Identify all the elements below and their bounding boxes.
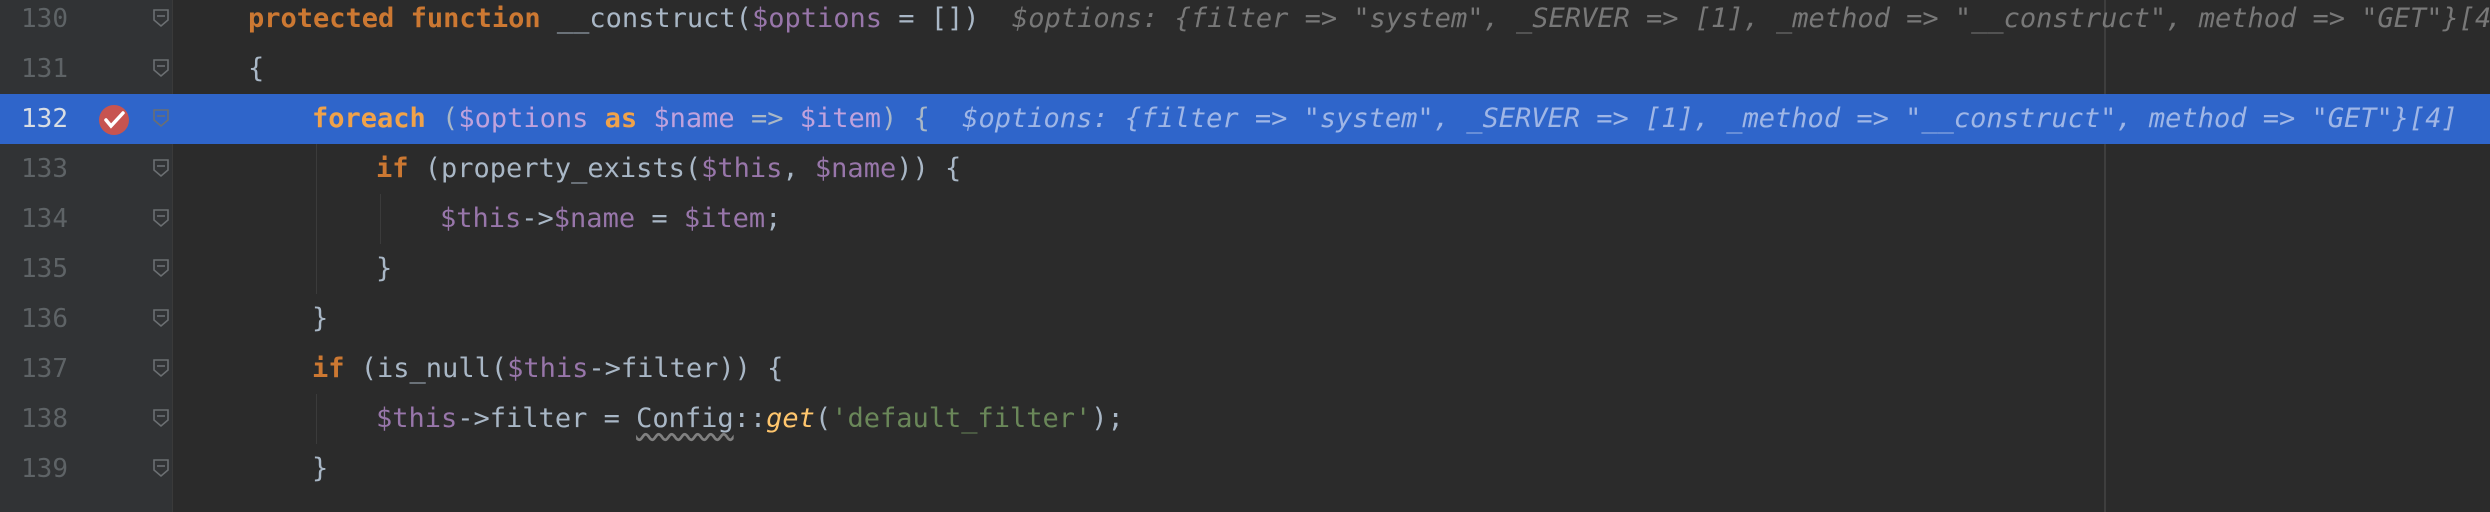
code-line[interactable]: 131 { — [0, 44, 2490, 94]
debug-inline-value: $options: {filter => "system", _SERVER =… — [962, 103, 2458, 134]
code-token: :: — [733, 403, 767, 434]
code-token: ; — [765, 203, 782, 234]
code-token: = — [635, 203, 684, 234]
code-token: $options — [751, 3, 882, 34]
code-token: protected — [248, 3, 411, 34]
breakpoint-icon[interactable] — [96, 102, 132, 138]
code-token: ( — [814, 403, 832, 434]
code-token: $item — [799, 103, 881, 134]
code-text[interactable]: { — [248, 44, 264, 94]
code-token: $name — [553, 203, 636, 234]
code-text[interactable]: protected function __construct($options … — [248, 0, 2490, 44]
line-number[interactable]: 133 — [0, 144, 68, 194]
indent-guide — [316, 194, 317, 244]
code-text[interactable]: if (property_exists($this, $name)) { — [376, 144, 961, 194]
fold-marker-icon[interactable] — [152, 208, 170, 228]
code-text[interactable]: if (is_null($this->filter)) { — [312, 344, 783, 394]
code-token: } — [376, 253, 393, 284]
code-token: get — [766, 403, 815, 434]
code-text[interactable]: $this->$name = $item; — [440, 194, 781, 244]
code-text[interactable]: } — [312, 444, 328, 494]
code-token: ->filter)) { — [588, 353, 784, 384]
code-token: = []) — [882, 3, 1013, 34]
line-number[interactable]: 137 — [0, 344, 68, 394]
indent-guide — [316, 244, 317, 294]
fold-marker-icon[interactable] — [152, 258, 170, 278]
code-token: (is_null( — [360, 353, 508, 384]
code-token: as — [604, 103, 654, 134]
line-number[interactable]: 135 — [0, 244, 68, 294]
code-token: ); — [1091, 403, 1124, 434]
code-token: $this — [507, 353, 589, 384]
code-token: ->filter = — [457, 403, 637, 434]
fold-marker-icon[interactable] — [152, 358, 170, 378]
code-token: (property_exists( — [424, 153, 702, 184]
code-token: ) { — [881, 103, 963, 134]
fold-marker-icon[interactable] — [152, 58, 170, 78]
code-line[interactable]: 132 foreach ($options as $name => $item) … — [0, 94, 2490, 144]
line-number[interactable]: 139 — [0, 444, 68, 494]
line-number[interactable]: 134 — [0, 194, 68, 244]
code-token: $this — [701, 153, 783, 184]
code-text[interactable]: } — [376, 244, 392, 294]
line-number[interactable]: 138 — [0, 394, 68, 444]
code-token: { — [248, 53, 265, 84]
indent-guide — [380, 194, 381, 244]
line-number[interactable]: 131 — [0, 44, 68, 94]
code-editor[interactable]: 130 protected function __construct($optio… — [0, 0, 2490, 512]
code-token: } — [312, 303, 329, 334]
code-line[interactable]: 137 if (is_null($this->filter)) { — [0, 344, 2490, 394]
fold-marker-icon[interactable] — [152, 458, 170, 478]
indent-guide — [316, 394, 317, 444]
code-token: Config — [636, 403, 734, 434]
code-line[interactable]: 136} — [0, 294, 2490, 344]
code-token: $options — [458, 103, 605, 134]
code-token: __construct( — [556, 3, 752, 34]
code-token: if — [376, 153, 425, 184]
code-token: => — [734, 103, 800, 134]
code-line[interactable]: 130 protected function __construct($optio… — [0, 0, 2490, 44]
code-token: if — [312, 353, 361, 384]
code-token: $this — [440, 203, 522, 234]
code-line[interactable]: 138 $this->filter = Config::get('default_… — [0, 394, 2490, 444]
code-token: -> — [521, 203, 554, 234]
fold-marker-icon[interactable] — [152, 108, 170, 128]
debug-inline-value: $options: {filter => "system", _SERVER =… — [1012, 3, 2490, 34]
code-line[interactable]: 133 if (property_exists($this, $name)) { — [0, 144, 2490, 194]
code-token: $item — [683, 203, 766, 234]
code-text[interactable]: } — [312, 294, 328, 344]
code-text[interactable]: foreach ($options as $name => $item) { $… — [312, 94, 2458, 144]
line-number[interactable]: 130 — [0, 0, 68, 44]
code-line[interactable]: 139} — [0, 444, 2490, 494]
code-token: , — [782, 153, 815, 184]
code-token: 'default_filter' — [831, 403, 1092, 434]
code-token: } — [312, 453, 329, 484]
code-line[interactable]: 135} — [0, 244, 2490, 294]
indent-guide — [316, 144, 317, 194]
fold-marker-icon[interactable] — [152, 408, 170, 428]
line-number[interactable]: 132 — [0, 94, 68, 144]
code-text[interactable]: $this->filter = Config::get('default_fil… — [376, 394, 1124, 444]
line-number[interactable]: 136 — [0, 294, 68, 344]
fold-marker-icon[interactable] — [152, 8, 170, 28]
code-token: )) { — [896, 153, 962, 184]
code-line[interactable]: 134 $this->$name = $item; — [0, 194, 2490, 244]
fold-marker-icon[interactable] — [152, 158, 170, 178]
code-token: function — [410, 3, 557, 34]
fold-marker-icon[interactable] — [152, 308, 170, 328]
code-token: $name — [814, 153, 897, 184]
code-token: $name — [653, 103, 735, 134]
code-token: foreach — [312, 103, 443, 134]
code-token: ( — [442, 103, 459, 134]
code-token: $this — [376, 403, 458, 434]
